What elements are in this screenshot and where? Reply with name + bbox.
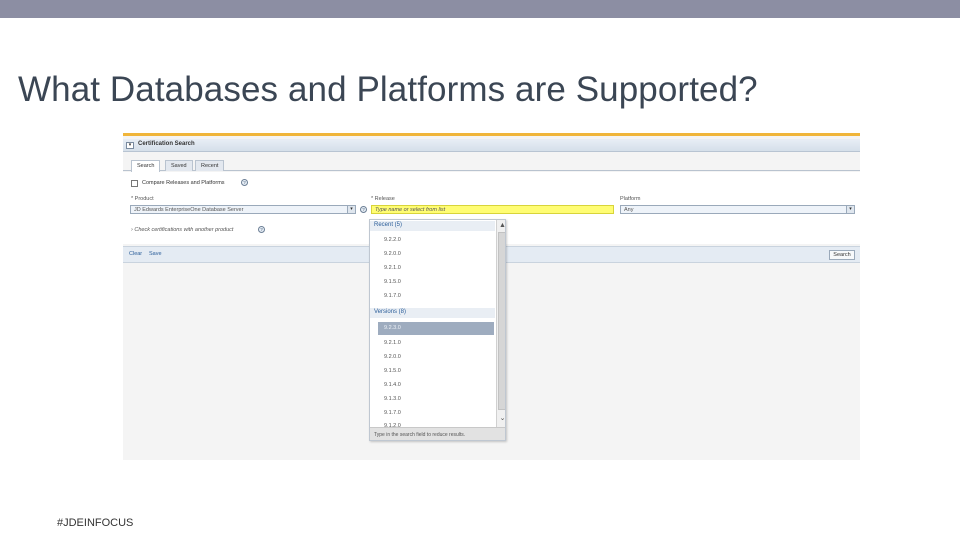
platform-combobox[interactable]: Any ▾ bbox=[620, 205, 855, 214]
product-dropdown-icon[interactable]: ▾ bbox=[347, 206, 355, 213]
versions-group-header: Versions (8) bbox=[370, 308, 495, 318]
check-link-help-icon[interactable]: ? bbox=[258, 226, 265, 233]
scroll-thumb[interactable] bbox=[498, 232, 505, 410]
release-dropdown-list: Recent (5) 9.2.2.0 9.2.0.0 9.2.1.0 9.1.5… bbox=[369, 219, 506, 441]
list-item[interactable]: 9.2.1.0 bbox=[384, 265, 401, 271]
list-item[interactable]: 9.1.3.0 bbox=[384, 396, 401, 402]
slide-title: What Databases and Platforms are Support… bbox=[18, 70, 758, 109]
tab-recent[interactable]: Recent bbox=[195, 160, 225, 171]
certification-search-screenshot: ▾ Certification Search Search Saved Rece… bbox=[123, 133, 860, 460]
platform-label: Platform bbox=[620, 196, 641, 202]
list-item[interactable]: 9.1.4.0 bbox=[384, 382, 401, 388]
dropdown-scrollbar[interactable]: ▲ ⌄ bbox=[496, 220, 505, 427]
clear-link[interactable]: Clear bbox=[129, 251, 142, 257]
platform-value: Any bbox=[624, 207, 634, 213]
product-combobox[interactable]: JD Edwards EnterpriseOne Database Server… bbox=[130, 205, 356, 214]
list-item[interactable]: 9.2.2.0 bbox=[384, 237, 401, 243]
compare-label: Compare Releases and Platforms bbox=[142, 180, 225, 186]
list-item[interactable]: 9.1.7.0 bbox=[384, 293, 401, 299]
scroll-down-icon[interactable]: ⌄ bbox=[498, 414, 505, 423]
tab-bar: Search Saved Recent bbox=[123, 158, 860, 172]
check-other-product-link[interactable]: › Check certifications with another prod… bbox=[131, 227, 233, 233]
save-link[interactable]: Save bbox=[149, 251, 162, 257]
recent-group-header: Recent (5) bbox=[370, 221, 495, 231]
list-item[interactable]: 9.1.5.0 bbox=[384, 368, 401, 374]
compare-help-icon[interactable]: ? bbox=[241, 179, 248, 186]
dropdown-hint: Type in the search field to reduce resul… bbox=[370, 427, 505, 440]
list-item[interactable]: 9.2.0.0 bbox=[384, 251, 401, 257]
list-item[interactable]: 9.1.7.0 bbox=[384, 410, 401, 416]
collapse-icon[interactable]: ▾ bbox=[126, 142, 134, 149]
footer-hashtag: #JDEINFOCUS bbox=[57, 517, 134, 529]
platform-dropdown-icon[interactable]: ▾ bbox=[846, 206, 854, 213]
product-help-icon[interactable]: ? bbox=[360, 206, 367, 213]
accent-strip bbox=[123, 133, 860, 136]
release-input[interactable]: Type name or select from list bbox=[371, 205, 614, 214]
product-label: * Product bbox=[131, 196, 154, 202]
tab-saved[interactable]: Saved bbox=[165, 160, 193, 171]
tab-search[interactable]: Search bbox=[131, 160, 161, 172]
search-button[interactable]: Search bbox=[829, 250, 855, 260]
release-label: * Release bbox=[371, 196, 395, 202]
chevron-right-icon: › bbox=[131, 227, 133, 233]
list-item[interactable]: 9.2.0.0 bbox=[384, 354, 401, 360]
product-value: JD Edwards EnterpriseOne Database Server bbox=[134, 207, 244, 213]
list-item-selected[interactable]: 9.2.3.0 bbox=[378, 322, 494, 335]
panel-header: ▾ Certification Search bbox=[123, 139, 860, 152]
scroll-up-icon[interactable]: ▲ bbox=[498, 221, 505, 230]
list-item[interactable]: 9.2.1.0 bbox=[384, 340, 401, 346]
top-band bbox=[0, 0, 960, 18]
compare-checkbox[interactable] bbox=[131, 180, 138, 187]
panel-title: Certification Search bbox=[138, 141, 195, 147]
check-link-text: Check certifications with another produc… bbox=[134, 227, 234, 233]
list-item[interactable]: 9.1.5.0 bbox=[384, 279, 401, 285]
